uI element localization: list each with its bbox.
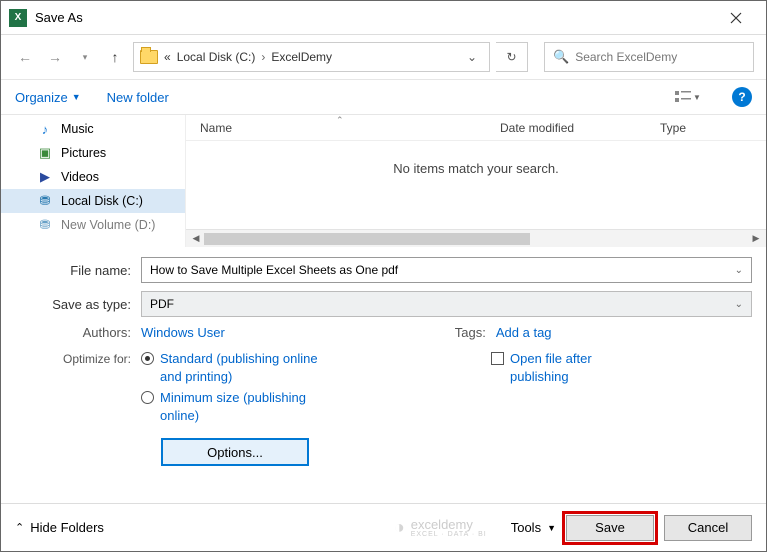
horizontal-scrollbar[interactable]: ◀ ▶ (186, 229, 766, 247)
disk-icon: ⛃ (37, 193, 53, 209)
scroll-right-icon[interactable]: ▶ (748, 232, 764, 246)
new-folder-button[interactable]: New folder (107, 90, 169, 105)
recent-dropdown[interactable]: ▾ (73, 45, 97, 69)
filename-dropdown-icon[interactable]: ⌄ (735, 265, 743, 276)
savetype-dropdown-icon[interactable]: ⌄ (735, 299, 743, 310)
help-button[interactable]: ? (732, 87, 752, 107)
radio-standard[interactable]: Standard (publishing online and printing… (141, 350, 431, 385)
empty-message: No items match your search. (186, 141, 766, 229)
column-type[interactable]: Type (646, 121, 766, 135)
address-dropdown[interactable]: ⌄ (461, 50, 483, 64)
music-icon: ♪ (37, 121, 53, 137)
search-input[interactable]: 🔍 Search ExcelDemy (544, 42, 754, 72)
titlebar: X Save As (1, 1, 766, 35)
authors-label: Authors: (15, 325, 141, 340)
savetype-label: Save as type: (15, 297, 141, 312)
organize-button[interactable]: Organize ▼ (15, 90, 81, 105)
filename-input[interactable]: How to Save Multiple Excel Sheets as One… (141, 257, 752, 283)
disk-icon: ⛃ (37, 217, 53, 233)
forward-button: → (43, 45, 67, 69)
sort-indicator-icon: ⌃ (336, 115, 344, 126)
sidebar-item-music[interactable]: ♪ Music (1, 117, 185, 141)
toolbar: Organize ▼ New folder ▼ ? (1, 79, 766, 115)
crumb-exceldemy[interactable]: ExcelDemy (271, 50, 332, 64)
radio-minimum[interactable]: Minimum size (publishing online) (141, 389, 431, 424)
videos-icon: ▶ (37, 169, 53, 185)
file-list: Name ⌃ Date modified Type No items match… (185, 115, 766, 247)
column-headers: Name ⌃ Date modified Type (186, 115, 766, 141)
optimize-label: Optimize for: (15, 350, 141, 466)
sidebar-item-new-volume-d[interactable]: ⛃ New Volume (D:) (1, 213, 185, 237)
save-as-dialog: X Save As ← → ▾ ↑ « Local Disk (C:) › Ex… (0, 0, 767, 552)
tags-value[interactable]: Add a tag (496, 325, 552, 340)
tags-label: Tags: (455, 325, 496, 340)
body-split: ♪ Music ▣ Pictures ▶ Videos ⛃ Local Disk… (1, 115, 766, 247)
footer: ⌃ Hide Folders ◑ exceldemy EXCEL · DATA … (1, 503, 766, 551)
scroll-thumb[interactable] (204, 233, 530, 245)
filename-label: File name: (15, 263, 141, 278)
watermark: ◑ exceldemy EXCEL · DATA · BI (394, 517, 487, 538)
pictures-icon: ▣ (37, 145, 53, 161)
scroll-left-icon[interactable]: ◀ (188, 232, 204, 246)
cancel-button[interactable]: Cancel (664, 515, 752, 541)
caret-down-icon: ▼ (72, 92, 81, 102)
caret-down-icon: ▼ (547, 523, 556, 533)
view-mode-button[interactable]: ▼ (670, 85, 706, 109)
excel-icon: X (9, 9, 27, 27)
options-button[interactable]: Options... (161, 438, 309, 466)
crumb-separator: › (261, 50, 265, 64)
chevron-up-icon: ⌃ (15, 521, 24, 534)
up-button[interactable]: ↑ (103, 45, 127, 69)
back-button[interactable]: ← (13, 45, 37, 69)
search-icon: 🔍 (553, 49, 569, 65)
folder-icon (140, 50, 158, 64)
sidebar-item-videos[interactable]: ▶ Videos (1, 165, 185, 189)
window-title: Save As (35, 10, 83, 25)
refresh-button[interactable]: ↻ (496, 42, 528, 72)
form: File name: How to Save Multiple Excel Sh… (1, 247, 766, 472)
column-date[interactable]: Date modified (486, 121, 646, 135)
checkbox-icon (491, 352, 504, 365)
radio-icon (141, 352, 154, 365)
authors-value[interactable]: Windows User (141, 325, 225, 340)
sidebar-item-pictures[interactable]: ▣ Pictures (1, 141, 185, 165)
address-bar[interactable]: « Local Disk (C:) › ExcelDemy ⌄ (133, 42, 490, 72)
tools-button[interactable]: Tools ▼ (511, 520, 556, 535)
save-button[interactable]: Save (566, 515, 654, 541)
navbar: ← → ▾ ↑ « Local Disk (C:) › ExcelDemy ⌄ … (1, 35, 766, 79)
checkbox-open-after[interactable]: Open file after publishing (491, 350, 630, 385)
radio-icon (141, 391, 154, 404)
search-placeholder: Search ExcelDemy (575, 50, 677, 64)
sidebar-item-local-disk-c[interactable]: ⛃ Local Disk (C:) (1, 189, 185, 213)
crumb-prefix: « (164, 50, 171, 64)
crumb-local-disk[interactable]: Local Disk (C:) (177, 50, 256, 64)
savetype-select[interactable]: PDF ⌄ (141, 291, 752, 317)
hide-folders-button[interactable]: ⌃ Hide Folders (15, 520, 104, 535)
watermark-icon: ◑ (394, 517, 405, 538)
close-button[interactable] (714, 3, 758, 33)
sidebar: ♪ Music ▣ Pictures ▶ Videos ⛃ Local Disk… (1, 115, 185, 247)
